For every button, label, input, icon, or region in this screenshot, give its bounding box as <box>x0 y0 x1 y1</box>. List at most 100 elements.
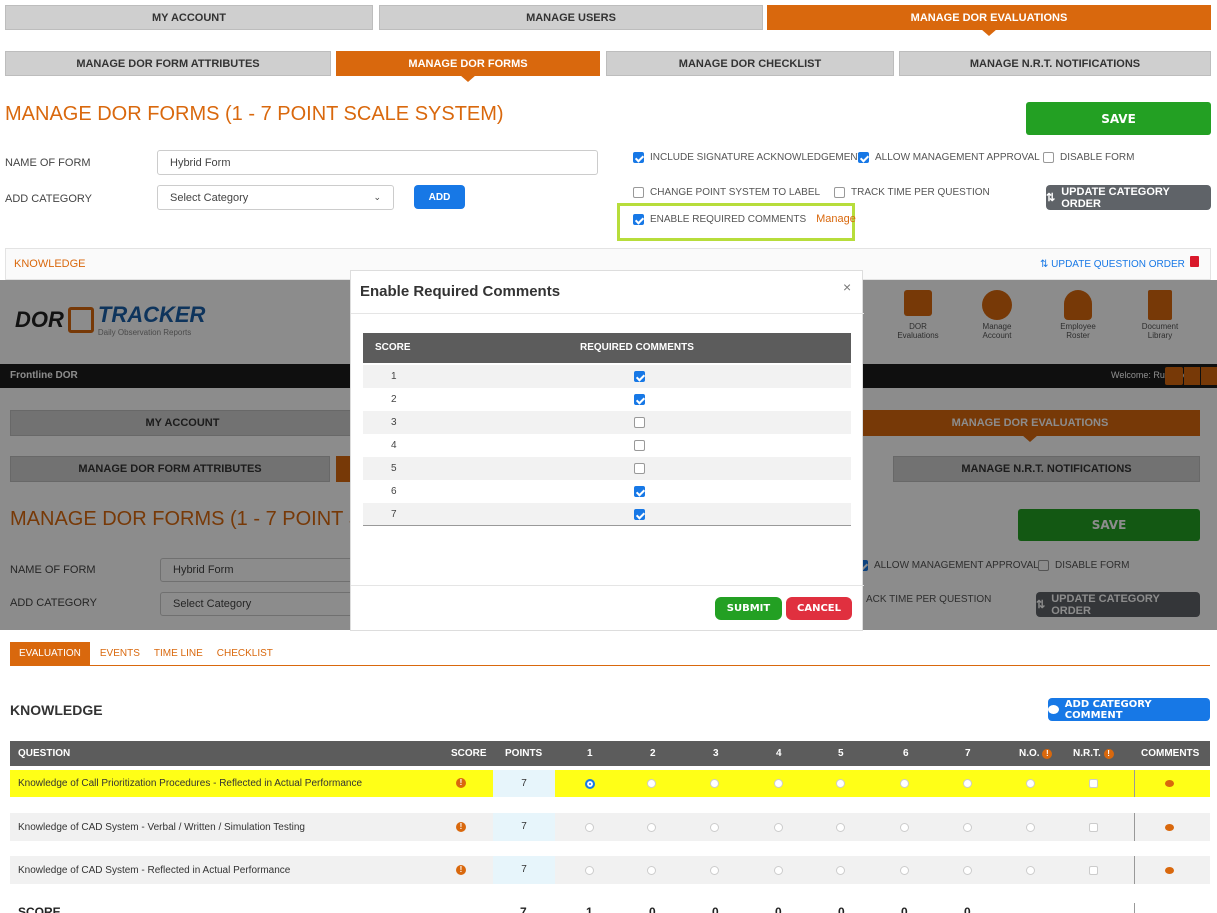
option-label: CHANGE POINT SYSTEM TO LABEL <box>650 187 821 198</box>
checkbox-icon[interactable] <box>834 187 845 198</box>
nrt-checkbox[interactable] <box>1089 866 1098 875</box>
save-button[interactable]: SAVE <box>1026 102 1211 135</box>
subtab-nrt-notifications[interactable]: MANAGE N.R.T. NOTIFICATIONS <box>899 51 1211 76</box>
header-4: 4 <box>776 748 782 759</box>
score-radio-5[interactable] <box>836 779 845 788</box>
score-radio-4[interactable] <box>774 779 783 788</box>
add-button[interactable]: ADD <box>414 185 465 209</box>
score-radio-4[interactable] <box>774 823 783 832</box>
comment-bubble-icon[interactable] <box>1165 867 1174 874</box>
score-radio-1[interactable] <box>585 779 595 789</box>
track-time-option[interactable]: TRACK TIME PER QUESTION <box>834 187 990 198</box>
score-radio-1[interactable] <box>585 823 594 832</box>
score-radio-2[interactable] <box>647 823 656 832</box>
update-category-order-button[interactable]: ⇅ UPDATE CATEGORY ORDER <box>1046 185 1211 210</box>
include-signature-option[interactable]: INCLUDE SIGNATURE ACKNOWLEDGEMENT <box>633 152 864 163</box>
question-row: Knowledge of CAD System - Reflected in A… <box>10 856 1210 884</box>
score-radio-2[interactable] <box>647 779 656 788</box>
score-radio-6[interactable] <box>900 779 909 788</box>
add-category-comment-button[interactable]: ADD CATEGORY COMMENT <box>1048 698 1210 721</box>
score-radio-2[interactable] <box>647 866 656 875</box>
checkbox-checked-icon[interactable] <box>858 152 869 163</box>
tab-label: MANAGE DOR CHECKLIST <box>678 57 822 70</box>
submit-button[interactable]: SUBMIT <box>715 597 782 620</box>
question-text: Knowledge of Call Prioritization Procedu… <box>18 778 363 789</box>
tab-events[interactable]: EVENTS <box>100 648 140 659</box>
option-label: ENABLE REQUIRED COMMENTS <box>650 213 807 225</box>
required-checkbox[interactable] <box>634 440 645 451</box>
tab-label: MANAGE DOR EVALUATIONS <box>910 11 1068 24</box>
change-point-option[interactable]: CHANGE POINT SYSTEM TO LABEL <box>633 187 820 198</box>
option-label: DISABLE FORM <box>1060 152 1135 163</box>
score-info-icon: ! <box>456 822 466 832</box>
header-points: POINTS <box>505 748 543 759</box>
chevron-down-icon: ⌄ <box>373 192 381 202</box>
trash-icon[interactable] <box>1190 256 1199 267</box>
score-col-4: 0 <box>775 905 782 913</box>
score-radio-7[interactable] <box>963 823 972 832</box>
comment-bubble-icon[interactable] <box>1165 780 1174 787</box>
update-question-order-link[interactable]: ⇅ UPDATE QUESTION ORDER <box>1040 259 1185 270</box>
score-cell: 5 <box>391 463 397 474</box>
tab-my-account[interactable]: MY ACCOUNT <box>5 5 373 30</box>
close-icon[interactable]: × <box>843 279 851 295</box>
checkbox-icon[interactable] <box>633 187 644 198</box>
disable-form-option[interactable]: DISABLE FORM <box>1043 152 1134 163</box>
points-cell: 7 <box>493 770 555 797</box>
option-label: TRACK TIME PER QUESTION <box>851 187 990 198</box>
section-title: KNOWLEDGE <box>10 702 103 718</box>
allow-management-option[interactable]: ALLOW MANAGEMENT APPROVAL <box>858 152 1040 163</box>
score-radio-1[interactable] <box>585 866 594 875</box>
score-radio-6[interactable] <box>900 823 909 832</box>
subtab-dor-checklist[interactable]: MANAGE DOR CHECKLIST <box>606 51 894 76</box>
score-radio-6[interactable] <box>900 866 909 875</box>
required-checkbox[interactable] <box>634 394 645 405</box>
name-of-form-input[interactable]: Hybrid Form <box>157 150 598 175</box>
checkbox-checked-icon[interactable] <box>633 213 644 225</box>
tab-time-line[interactable]: TIME LINE <box>154 648 203 659</box>
manage-link[interactable]: Manage <box>816 213 856 225</box>
score-radio-3[interactable] <box>710 823 719 832</box>
table-row: 7 <box>363 503 851 526</box>
enable-comments-option[interactable]: ENABLE REQUIRED COMMENTS Manage <box>633 213 856 225</box>
checkbox-checked-icon[interactable] <box>633 152 644 163</box>
tab-label: MANAGE DOR FORM ATTRIBUTES <box>76 57 260 70</box>
score-cell: 4 <box>391 440 397 451</box>
tab-manage-dor-evaluations[interactable]: MANAGE DOR EVALUATIONS <box>767 5 1211 36</box>
category-select[interactable]: Select Category ⌄ <box>157 185 394 210</box>
score-radio-5[interactable] <box>836 823 845 832</box>
required-column-header: REQUIRED COMMENTS <box>580 342 694 353</box>
score-radio-3[interactable] <box>710 779 719 788</box>
nrt-checkbox[interactable] <box>1089 779 1098 788</box>
tab-label: MANAGE DOR FORMS <box>408 57 528 70</box>
subtab-dor-forms[interactable]: MANAGE DOR FORMS <box>336 51 600 82</box>
tab-evaluation[interactable]: EVALUATION <box>10 642 90 665</box>
required-checkbox[interactable] <box>634 417 645 428</box>
comment-bubble-icon[interactable] <box>1165 824 1174 831</box>
header-3: 3 <box>713 748 719 759</box>
no-radio[interactable] <box>1026 866 1035 875</box>
no-radio[interactable] <box>1026 823 1035 832</box>
score-cell: 3 <box>391 417 397 428</box>
tab-checklist[interactable]: CHECKLIST <box>217 648 273 659</box>
required-checkbox[interactable] <box>634 371 645 382</box>
checkbox-icon[interactable] <box>1043 152 1054 163</box>
nrt-checkbox[interactable] <box>1089 823 1098 832</box>
cancel-button[interactable]: CANCEL <box>786 597 852 620</box>
score-radio-5[interactable] <box>836 866 845 875</box>
score-radio-3[interactable] <box>710 866 719 875</box>
question-text: Knowledge of CAD System - Reflected in A… <box>18 865 291 876</box>
table-row: 4 <box>363 434 851 457</box>
subtab-form-attributes[interactable]: MANAGE DOR FORM ATTRIBUTES <box>5 51 331 76</box>
tab-manage-users[interactable]: MANAGE USERS <box>379 5 763 30</box>
required-checkbox[interactable] <box>634 463 645 474</box>
score-radio-7[interactable] <box>963 866 972 875</box>
required-checkbox[interactable] <box>634 508 645 520</box>
score-info-icon: ! <box>456 778 466 788</box>
score-radio-7[interactable] <box>963 779 972 788</box>
score-radio-4[interactable] <box>774 866 783 875</box>
no-radio[interactable] <box>1026 779 1035 788</box>
required-checkbox[interactable] <box>634 486 645 497</box>
score-col-2: 0 <box>649 905 656 913</box>
modal-footer-divider <box>351 585 864 586</box>
